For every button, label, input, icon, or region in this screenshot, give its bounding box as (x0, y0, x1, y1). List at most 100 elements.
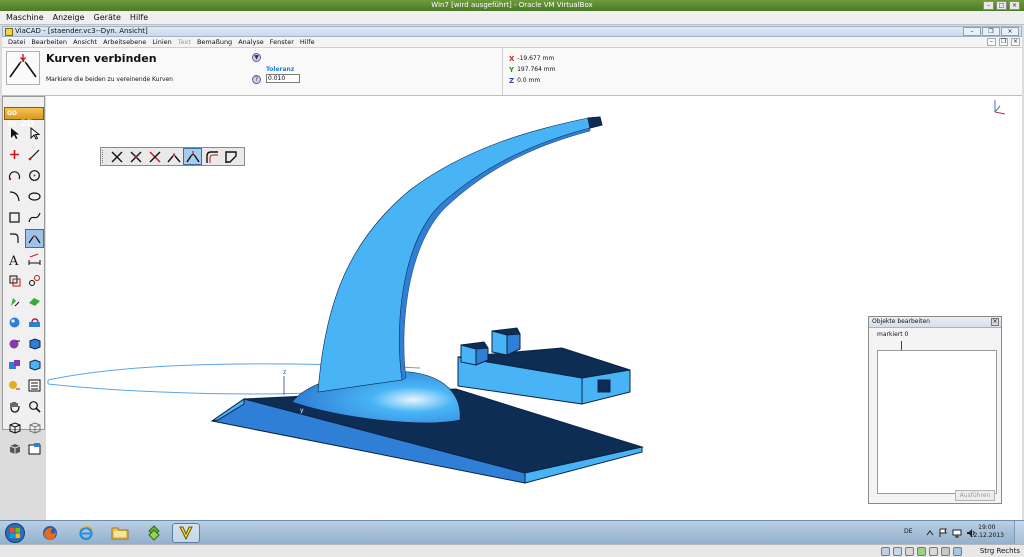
go-to-2d-button[interactable]: GO TO 2D (4, 107, 44, 129)
text-icon[interactable]: A (5, 250, 24, 269)
app-restore-button[interactable]: ❐ (982, 27, 1000, 36)
view-shaded-icon[interactable] (5, 439, 24, 458)
rectangle-icon[interactable] (5, 208, 24, 227)
vbox-minimize-button[interactable]: – (983, 1, 994, 10)
pan-hand-icon[interactable] (5, 397, 24, 416)
view-front-icon[interactable] (25, 418, 44, 437)
trim-single-icon[interactable] (145, 148, 164, 165)
join-curves-icon[interactable] (25, 229, 44, 248)
menu-bemassung[interactable]: Bemaßung (197, 38, 232, 46)
construction-curve-lower[interactable] (47, 383, 331, 395)
vbox-maximize-button[interactable]: □ (996, 1, 1007, 10)
transform-icon[interactable] (5, 271, 24, 290)
menu-datei[interactable]: Datei (8, 38, 25, 46)
internet-explorer-icon[interactable] (72, 523, 100, 543)
vbox-close-button[interactable]: × (1009, 1, 1020, 10)
tolerance-input[interactable] (266, 74, 300, 83)
toolbar-grip-handle[interactable] (102, 150, 105, 163)
menu-text[interactable]: Text (178, 38, 191, 46)
solid-modify-icon[interactable] (25, 355, 44, 374)
menu-ansicht[interactable]: Ansicht (73, 38, 97, 46)
extend-corner-icon[interactable] (164, 148, 183, 165)
break-cross-icon[interactable] (126, 148, 145, 165)
run-button[interactable]: Ausführen (955, 490, 995, 501)
network-icon[interactable] (952, 528, 962, 538)
language-indicator[interactable]: DE (904, 528, 912, 535)
menu-hilfe[interactable]: Hilfe (300, 38, 315, 46)
fillet-curve-icon[interactable] (5, 229, 24, 248)
network-status-icon[interactable] (917, 547, 926, 556)
objects-list[interactable] (877, 350, 997, 494)
app-green-icon[interactable] (140, 523, 168, 543)
coord-y-value: 197.764 mm (517, 66, 556, 73)
coord-z-label: Z (509, 76, 515, 85)
curved-fin-tip[interactable] (587, 116, 603, 129)
arc-icon[interactable] (5, 166, 24, 185)
layers-icon[interactable] (25, 376, 44, 395)
render-icon[interactable] (5, 376, 24, 395)
circle-icon[interactable] (25, 166, 44, 185)
solid-edit-icon[interactable] (5, 355, 24, 374)
doc-close-button[interactable]: × (1011, 38, 1020, 46)
surface-icon[interactable] (25, 292, 44, 311)
ellipse-icon[interactable] (25, 187, 44, 206)
select-subobject-icon[interactable] (25, 124, 44, 143)
select-arrow-icon[interactable] (5, 124, 24, 143)
vbox-title-bar: Win7 [wird ausgeführt] - Oracle VM Virtu… (0, 0, 1024, 11)
usb-status-icon[interactable] (905, 547, 914, 556)
firefox-icon[interactable] (36, 523, 64, 543)
objects-panel-close-button[interactable]: × (991, 318, 999, 326)
vbox-menu-maschine[interactable]: Maschine (6, 13, 44, 22)
chamfer-icon[interactable] (221, 148, 240, 165)
view-settings-icon[interactable] (25, 439, 44, 458)
line-icon[interactable] (25, 145, 44, 164)
point-icon[interactable] (5, 145, 24, 164)
objects-panel-title: Objekte bearbeiten (872, 318, 930, 325)
view-iso-icon[interactable] (5, 418, 24, 437)
menu-arbeitsebene[interactable]: Arbeitsebene (103, 38, 146, 46)
hdd-status-icon[interactable] (881, 547, 890, 556)
tray-clock[interactable]: 19:00 12.12.2013 (970, 524, 1004, 540)
cd-status-icon[interactable] (893, 547, 902, 556)
app-close-button[interactable]: × (1001, 27, 1019, 36)
video-capture-status-icon[interactable] (941, 547, 950, 556)
curve-icon[interactable] (5, 187, 24, 206)
menu-bearbeiten[interactable]: Bearbeiten (31, 38, 67, 46)
shared-folder-status-icon[interactable] (929, 547, 938, 556)
block-slot[interactable] (597, 379, 611, 393)
marked-count-label: markiert 0 (877, 331, 909, 338)
tool-options-button[interactable]: ▼ (252, 53, 261, 62)
boolean-icon[interactable] (25, 313, 44, 332)
windows-start-icon[interactable] (4, 523, 26, 543)
join-curves-toolbar-icon[interactable] (183, 148, 202, 165)
menu-fenster[interactable]: Fenster (270, 38, 294, 46)
tool-help-button[interactable]: ? (252, 75, 261, 84)
spline-icon[interactable] (25, 208, 44, 227)
vbox-menu-hilfe[interactable]: Hilfe (130, 13, 148, 22)
doc-restore-button[interactable]: ❐ (999, 38, 1008, 46)
doc-minimize-button[interactable]: – (987, 38, 996, 46)
vbox-menu-anzeige[interactable]: Anzeige (53, 13, 85, 22)
trim-cross-icon[interactable] (107, 148, 126, 165)
app-minimize-button[interactable]: – (963, 27, 981, 36)
viacad-icon[interactable] (172, 523, 200, 543)
menu-linien[interactable]: Linien (152, 38, 171, 46)
block-icon[interactable] (25, 334, 44, 353)
fillet-icon[interactable] (202, 148, 221, 165)
join-curves-large-icon (6, 51, 40, 85)
zoom-icon[interactable] (25, 397, 44, 416)
shell-icon[interactable] (5, 334, 24, 353)
menu-analyse[interactable]: Analyse (238, 38, 264, 46)
tray-expand-icon[interactable] (926, 529, 934, 537)
box-right-front[interactable] (491, 330, 508, 356)
vbox-menu-geraete[interactable]: Geräte (94, 13, 121, 22)
copy-icon[interactable] (25, 271, 44, 290)
mouse-integration-status-icon[interactable] (953, 547, 962, 556)
sphere-icon[interactable] (5, 313, 24, 332)
action-center-flag-icon[interactable] (938, 528, 948, 538)
box-left-front[interactable] (460, 344, 477, 366)
show-desktop-button[interactable] (1014, 521, 1024, 545)
solid-extrude-icon[interactable] (5, 292, 24, 311)
explorer-folder-icon[interactable] (106, 523, 134, 543)
dimension-icon[interactable] (25, 250, 44, 269)
